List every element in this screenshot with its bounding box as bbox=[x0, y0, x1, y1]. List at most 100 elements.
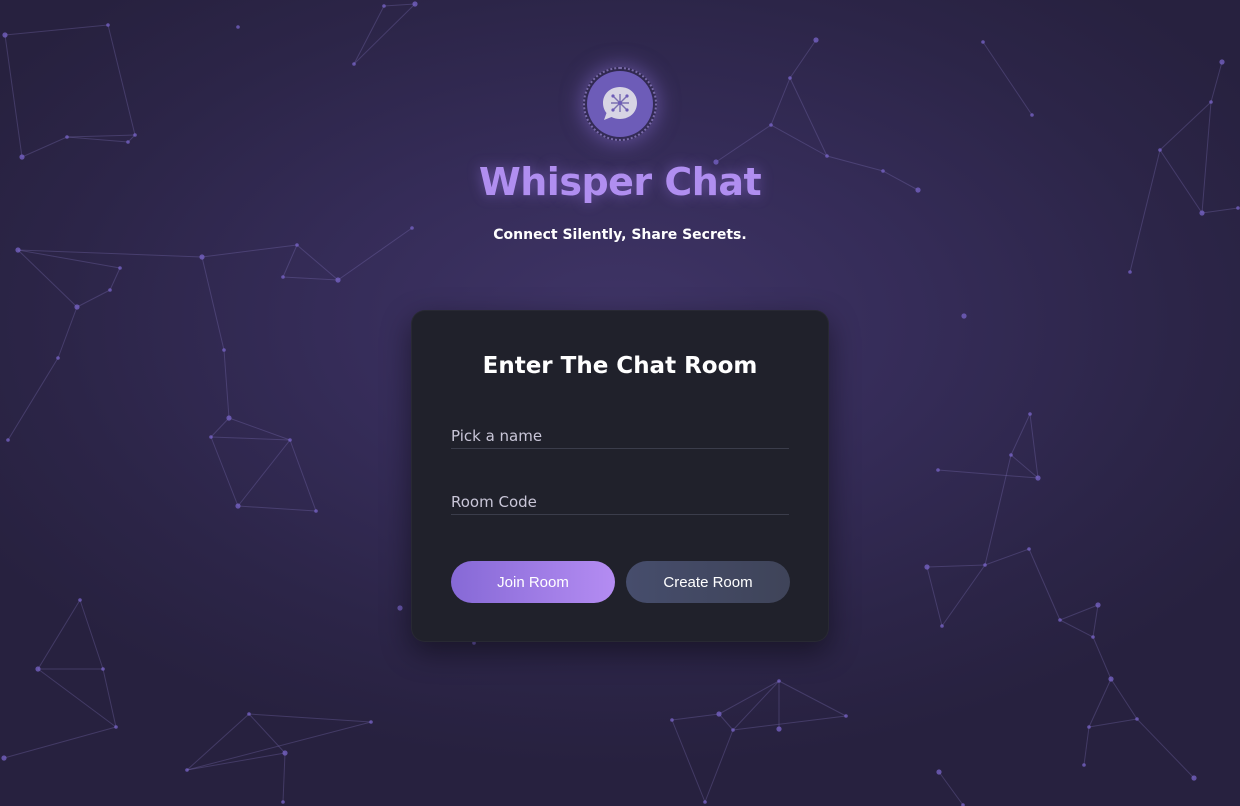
network-node bbox=[114, 725, 118, 729]
network-node bbox=[209, 435, 213, 439]
network-node bbox=[281, 800, 285, 804]
network-line bbox=[289, 439, 317, 512]
network-node bbox=[1128, 270, 1132, 274]
network-node bbox=[74, 304, 80, 310]
network-line bbox=[704, 729, 734, 803]
network-node bbox=[1, 755, 7, 761]
network-line bbox=[66, 136, 129, 143]
network-node bbox=[961, 313, 967, 319]
network-line bbox=[984, 454, 1012, 566]
network-node bbox=[777, 679, 781, 683]
network-line bbox=[201, 244, 298, 258]
app-logo bbox=[583, 67, 657, 141]
network-node bbox=[1082, 763, 1086, 767]
room-code-field bbox=[451, 484, 789, 515]
network-node bbox=[19, 154, 25, 160]
room-code-input[interactable] bbox=[451, 484, 789, 514]
network-node bbox=[335, 277, 341, 283]
network-node bbox=[844, 714, 848, 718]
app-title: Whisper Chat bbox=[478, 160, 762, 204]
network-line bbox=[1210, 61, 1223, 103]
network-node bbox=[199, 254, 205, 260]
network-node bbox=[1191, 775, 1197, 781]
network-node bbox=[1087, 725, 1091, 729]
network-node bbox=[1158, 148, 1162, 152]
network-node bbox=[295, 243, 299, 247]
network-node bbox=[731, 728, 735, 732]
join-room-button[interactable]: Join Room bbox=[451, 561, 615, 603]
network-line bbox=[984, 548, 1030, 566]
network-line bbox=[926, 566, 943, 627]
network-node bbox=[1135, 717, 1139, 721]
network-node bbox=[382, 4, 386, 8]
network-node bbox=[1009, 453, 1013, 457]
network-node bbox=[1209, 100, 1213, 104]
network-line bbox=[789, 39, 817, 79]
network-line bbox=[223, 349, 230, 419]
network-node bbox=[78, 598, 82, 602]
network-node bbox=[1058, 618, 1062, 622]
name-input[interactable] bbox=[451, 418, 789, 448]
network-node bbox=[106, 23, 110, 27]
network-node bbox=[1028, 412, 1032, 416]
network-line bbox=[228, 417, 291, 441]
card-title: Enter The Chat Room bbox=[482, 353, 758, 379]
network-line bbox=[282, 276, 339, 281]
network-line bbox=[4, 34, 23, 158]
network-node bbox=[282, 750, 288, 756]
network-node bbox=[813, 37, 819, 43]
network-line bbox=[210, 436, 291, 441]
network-line bbox=[926, 564, 986, 568]
app-tagline: Connect Silently, Share Secrets. bbox=[493, 227, 747, 243]
network-node bbox=[1199, 210, 1205, 216]
network-line bbox=[732, 680, 780, 731]
network-line bbox=[17, 249, 203, 258]
network-line bbox=[210, 436, 239, 507]
network-node bbox=[222, 348, 226, 352]
network-node bbox=[924, 564, 930, 570]
network-line bbox=[789, 77, 828, 157]
network-line bbox=[76, 289, 111, 308]
network-node bbox=[247, 712, 251, 716]
network-line bbox=[3, 726, 117, 759]
network-line bbox=[296, 244, 339, 281]
network-line bbox=[107, 24, 136, 136]
network-line bbox=[282, 752, 286, 803]
network-line bbox=[248, 713, 372, 723]
network-line bbox=[237, 505, 317, 512]
network-line bbox=[186, 752, 286, 771]
network-line bbox=[1110, 678, 1138, 720]
network-node bbox=[397, 605, 403, 611]
network-line bbox=[4, 24, 109, 36]
network-node bbox=[825, 154, 829, 158]
network-line bbox=[109, 267, 121, 291]
join-card: Enter The Chat Room Join Room Create Roo… bbox=[411, 310, 829, 642]
network-line bbox=[671, 719, 706, 803]
name-field bbox=[451, 418, 789, 449]
network-line bbox=[778, 680, 847, 717]
network-line bbox=[1059, 619, 1094, 638]
network-line bbox=[1088, 678, 1112, 728]
network-node bbox=[981, 40, 985, 44]
network-line bbox=[718, 713, 734, 731]
network-node bbox=[288, 438, 292, 442]
network-node bbox=[1035, 475, 1041, 481]
network-line bbox=[37, 599, 81, 670]
network-node bbox=[108, 288, 112, 292]
network-line bbox=[21, 136, 68, 158]
network-node bbox=[118, 266, 122, 270]
chat-bubble-icon bbox=[603, 87, 637, 120]
network-line bbox=[1092, 636, 1112, 680]
network-line bbox=[937, 469, 1039, 479]
network-line bbox=[732, 715, 847, 731]
network-node bbox=[65, 135, 69, 139]
network-node bbox=[776, 726, 782, 732]
network-node bbox=[369, 720, 373, 724]
create-room-button[interactable]: Create Room bbox=[626, 561, 790, 603]
network-line bbox=[79, 599, 104, 670]
network-line bbox=[1010, 413, 1031, 456]
network-line bbox=[248, 713, 286, 754]
logo-circle bbox=[587, 71, 653, 137]
network-node bbox=[983, 563, 987, 567]
network-line bbox=[201, 256, 225, 351]
